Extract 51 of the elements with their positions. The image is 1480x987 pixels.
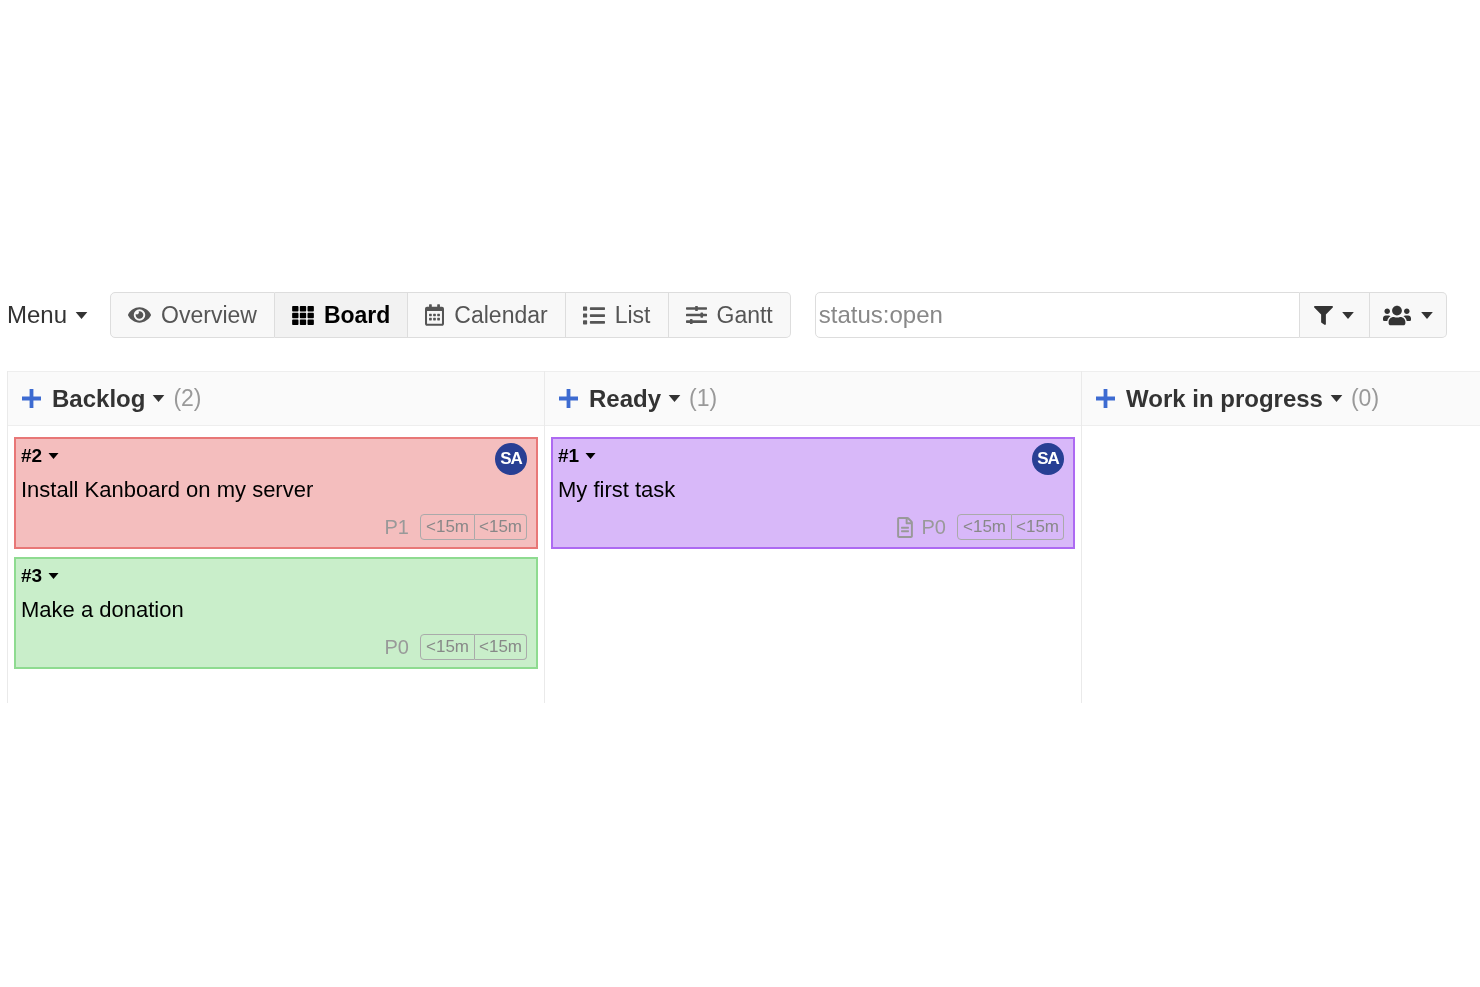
filter-dropdown-button[interactable] xyxy=(1299,292,1370,338)
time-estimate: <15m xyxy=(957,514,1012,540)
priority-label: P1 xyxy=(384,515,409,540)
plus-icon[interactable] xyxy=(22,389,41,408)
task-count: (2) xyxy=(173,384,202,414)
column-title[interactable]: Ready xyxy=(589,380,662,417)
users-icon xyxy=(1382,303,1411,327)
grid-icon xyxy=(291,305,314,325)
task-title: My first task xyxy=(558,476,677,504)
priority-label: P0 xyxy=(921,515,946,540)
time-estimate: <15m xyxy=(420,634,475,660)
view-tab[interactable]: Overview xyxy=(110,292,275,338)
task-title: Install Kanboard on my server xyxy=(21,476,315,504)
view-tab[interactable]: Gantt xyxy=(668,292,791,338)
filter-icon xyxy=(1314,304,1334,326)
caret-icon xyxy=(75,311,89,319)
time-estimate: <15m xyxy=(475,514,527,540)
column-title[interactable]: Work in progress xyxy=(1126,380,1323,417)
view-tab[interactable]: Board xyxy=(274,292,409,338)
task-count: (0) xyxy=(1350,384,1380,414)
menu-button[interactable]: Menu xyxy=(7,292,89,338)
search-field[interactable]: status:open xyxy=(814,292,1300,338)
caret-icon xyxy=(1420,311,1433,319)
time-estimate: <15m xyxy=(420,514,475,540)
plus-icon[interactable] xyxy=(559,389,578,408)
priority-label: P0 xyxy=(384,635,409,660)
caret-icon xyxy=(585,453,597,459)
caret-icon xyxy=(152,395,166,402)
caret-icon xyxy=(1342,311,1355,319)
caret-icon xyxy=(668,395,682,402)
users-dropdown-button[interactable] xyxy=(1369,292,1447,338)
task-menu-button[interactable]: #3 xyxy=(21,561,60,591)
list-icon xyxy=(582,305,605,325)
caret-icon xyxy=(48,573,60,579)
caret-icon xyxy=(1329,395,1343,402)
assignee-avatar: SA xyxy=(1032,443,1064,475)
eye-icon xyxy=(128,307,152,323)
time-estimate: <15m xyxy=(1012,514,1064,540)
plus-icon[interactable] xyxy=(1096,389,1115,408)
assignee-avatar: SA xyxy=(495,443,527,475)
task-menu-button[interactable]: #2 xyxy=(21,441,60,471)
task-count: (1) xyxy=(689,384,718,414)
task-menu-button[interactable]: #1 xyxy=(558,441,597,471)
sliders-icon xyxy=(685,306,707,324)
column-title[interactable]: Backlog xyxy=(52,380,146,417)
view-tab[interactable]: Calendar xyxy=(408,292,566,338)
calendar-icon xyxy=(425,304,445,326)
task-title: Make a donation xyxy=(21,596,185,624)
caret-icon xyxy=(48,453,60,459)
time-estimate: <15m xyxy=(475,634,527,660)
view-tab[interactable]: List xyxy=(565,292,669,338)
